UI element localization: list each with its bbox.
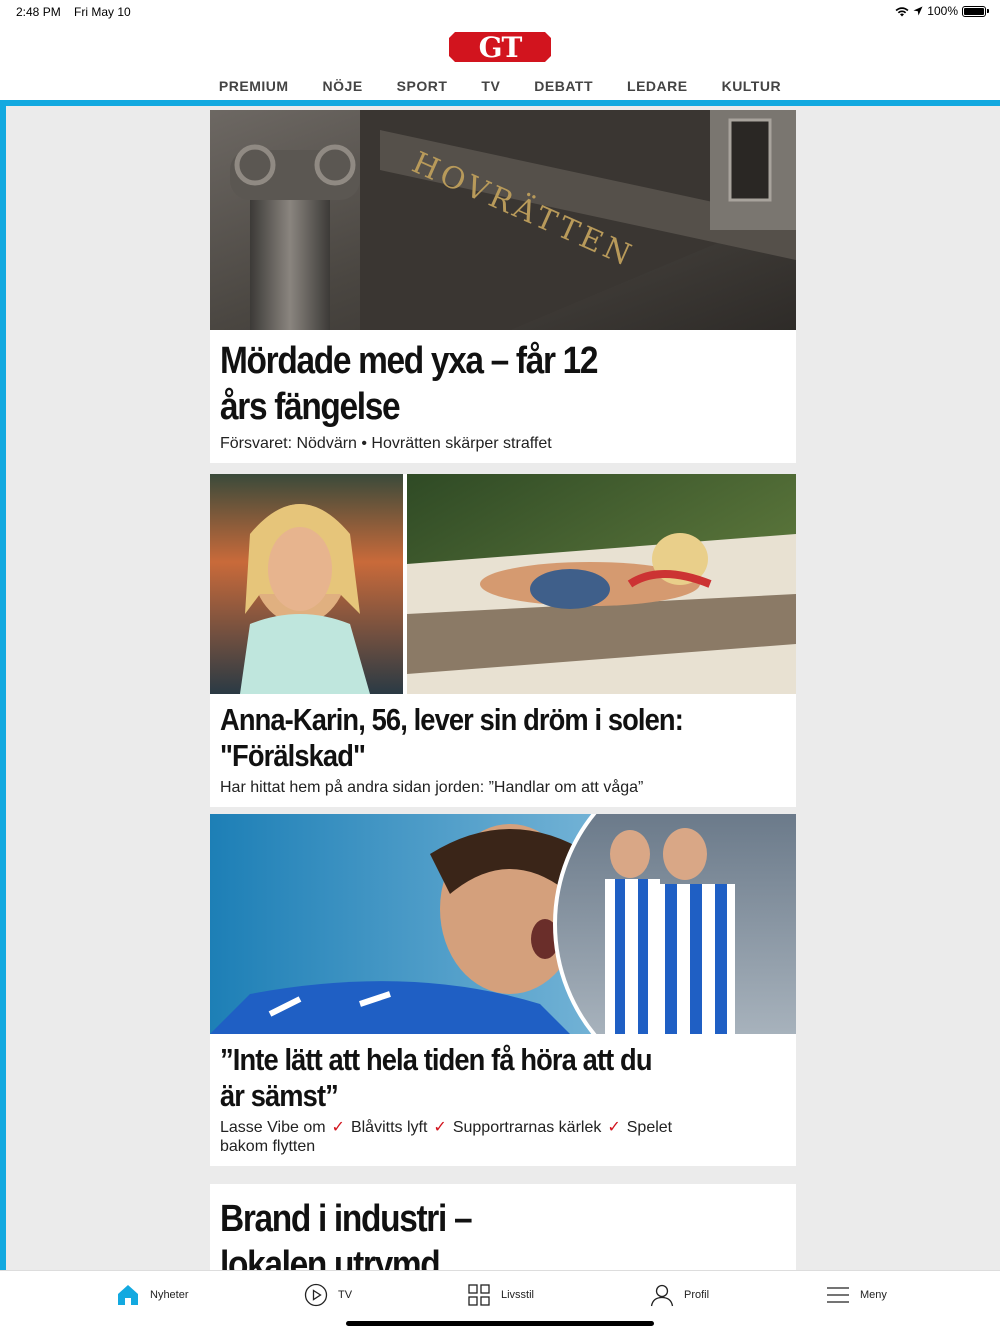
check-icon: ✓	[433, 1119, 447, 1136]
battery-percent: 100%	[927, 4, 958, 18]
nav-premium[interactable]: PREMIUM	[219, 78, 289, 100]
home-icon	[118, 1285, 138, 1305]
tab-label: Nyheter	[150, 1289, 189, 1301]
article-headline[interactable]: Mördade med yxa – får 12 års fängelse	[220, 338, 783, 430]
tab-label: Livsstil	[501, 1289, 535, 1301]
home-indicator[interactable]	[346, 1321, 654, 1326]
gt-logo[interactable]: GT	[449, 32, 551, 62]
tab-label: Profil	[684, 1289, 710, 1301]
article-card-1[interactable]: HOVRÄTTEN Mördade med yxa – får 12 års f…	[210, 110, 796, 463]
grid-icon	[468, 1284, 490, 1306]
article-image[interactable]: HOVRÄTTEN	[210, 110, 796, 330]
article-subtitle: Lasse Vibe om ✓ Blåvitts lyft ✓ Supportrarna…	[220, 1119, 673, 1155]
status-right: 100%	[895, 4, 989, 18]
article-body: Anna-Karin, 56, lever sin dröm i solen: …	[210, 694, 796, 807]
football-player-photo	[210, 814, 796, 1034]
nav-kultur[interactable]: KULTUR	[722, 78, 782, 100]
tab-label: TV	[338, 1289, 353, 1301]
menu-icon	[827, 1287, 849, 1303]
check-icon: ✓	[331, 1119, 345, 1136]
status-bar: 2:48 PM Fri May 10 100%	[0, 0, 1000, 24]
play-icon	[304, 1283, 328, 1307]
woman-beach-photo	[210, 474, 796, 694]
nav-debatt[interactable]: DEBATT	[534, 78, 593, 100]
nav-ledare[interactable]: LEDARE	[627, 78, 688, 100]
nav-sport[interactable]: SPORT	[397, 78, 448, 100]
article-image[interactable]	[210, 474, 796, 694]
article-subtitle: Har hittat hem på andra sidan jorden: ”H…	[220, 779, 644, 796]
news-feed[interactable]: HOVRÄTTEN Mördade med yxa – får 12 års f…	[6, 106, 1000, 1270]
location-arrow-icon	[913, 6, 923, 16]
status-time: 2:48 PM	[16, 5, 61, 19]
tab-livsstil[interactable]: Livsstil	[467, 1283, 534, 1307]
status-date: Fri May 10	[74, 5, 131, 19]
article-headline[interactable]: Anna-Karin, 56, lever sin dröm i solen: …	[220, 702, 783, 774]
tab-label: Meny	[860, 1289, 887, 1301]
article-card-4[interactable]: Brand i industri – lokalen utrymd	[210, 1184, 796, 1270]
article-image[interactable]	[210, 814, 796, 1034]
article-card-3[interactable]: ”Inte lätt att hela tiden få höra att du…	[210, 814, 796, 1166]
nav-noje[interactable]: NÖJE	[323, 78, 363, 100]
nav-tv[interactable]: TV	[481, 78, 500, 100]
tab-profil[interactable]: Profil	[650, 1283, 709, 1307]
article-subtitle: Försvaret: Nödvärn • Hovrätten skärper s…	[220, 435, 552, 452]
article-headline[interactable]: ”Inte lätt att hela tiden få höra att du…	[220, 1042, 783, 1114]
wifi-icon	[895, 6, 909, 16]
article-headline[interactable]: Brand i industri – lokalen utrymd	[220, 1196, 783, 1270]
battery-icon	[962, 5, 989, 17]
user-icon	[650, 1284, 674, 1307]
check-icon: ✓	[607, 1119, 621, 1136]
site-header: GT PREMIUM NÖJE SPORT TV DEBATT LEDARE K…	[0, 24, 1000, 102]
article-body: ”Inte lätt att hela tiden få höra att du…	[210, 1034, 796, 1166]
court-building-photo: HOVRÄTTEN	[210, 110, 796, 330]
logo-text: GT	[479, 32, 523, 62]
section-nav: PREMIUM NÖJE SPORT TV DEBATT LEDARE KULT…	[0, 78, 1000, 100]
tab-nyheter[interactable]: Nyheter	[116, 1283, 189, 1307]
article-body: Brand i industri – lokalen utrymd	[210, 1184, 796, 1270]
article-body: Mördade med yxa – får 12 års fängelse Fö…	[210, 330, 796, 463]
tab-tv[interactable]: TV	[304, 1283, 352, 1307]
article-card-2[interactable]: Anna-Karin, 56, lever sin dröm i solen: …	[210, 474, 796, 807]
tab-meny[interactable]: Meny	[826, 1283, 887, 1307]
